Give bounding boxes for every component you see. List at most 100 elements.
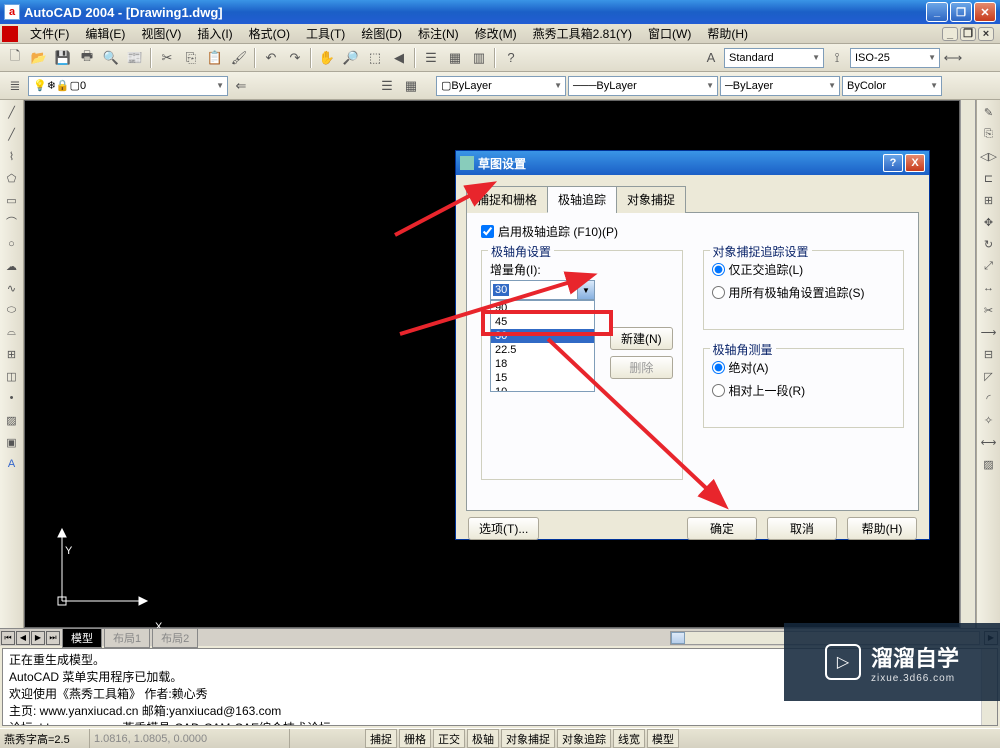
- ellipse-arc-icon[interactable]: ⌓: [2, 322, 22, 342]
- options-button[interactable]: 选项(T)...: [468, 517, 539, 540]
- move-icon[interactable]: ✥: [979, 212, 999, 232]
- array-icon[interactable]: ⊞: [979, 190, 999, 210]
- layer-select[interactable]: 💡❄🔒▢ 0: [28, 76, 228, 96]
- color-icon[interactable]: ▦: [400, 75, 422, 97]
- mdi-minimize-button[interactable]: _: [942, 27, 958, 41]
- paste-icon[interactable]: 📋: [204, 47, 226, 69]
- copy-icon[interactable]: ⎘: [180, 47, 202, 69]
- properties-icon[interactable]: ☰: [420, 47, 442, 69]
- relative-radio[interactable]: [712, 384, 725, 397]
- ok-button[interactable]: 确定: [687, 517, 757, 540]
- tab-snap-grid[interactable]: 捕捉和栅格: [466, 186, 548, 213]
- save-icon[interactable]: 💾: [52, 47, 74, 69]
- list-item[interactable]: 90: [491, 301, 594, 315]
- explode-icon[interactable]: ✧: [979, 410, 999, 430]
- mtext-icon[interactable]: A: [2, 454, 22, 474]
- status-lwt[interactable]: 线宽: [613, 729, 645, 748]
- dc-icon[interactable]: ▦: [444, 47, 466, 69]
- menu-help[interactable]: 帮助(H): [699, 23, 756, 44]
- status-snap[interactable]: 捕捉: [365, 729, 397, 748]
- line-icon[interactable]: ╱: [2, 102, 22, 122]
- increment-dropdown[interactable]: 90 45 30 22.5 18 15 10 5: [490, 300, 595, 392]
- restore-button[interactable]: ❐: [950, 2, 972, 22]
- layer-state-icon[interactable]: ☰: [376, 75, 398, 97]
- list-item[interactable]: 45: [491, 315, 594, 329]
- list-item[interactable]: 10: [491, 385, 594, 392]
- dialog-close-button[interactable]: X: [905, 154, 925, 172]
- ellipse-icon[interactable]: ⬭: [2, 300, 22, 320]
- all-polar-radio[interactable]: [712, 286, 725, 299]
- minimize-button[interactable]: _: [926, 2, 948, 22]
- tab-object-snap[interactable]: 对象捕捉: [616, 186, 686, 213]
- status-grid[interactable]: 栅格: [399, 729, 431, 748]
- linetype-select[interactable]: ─── ByLayer: [568, 76, 718, 96]
- dialog-help-button[interactable]: ?: [883, 154, 903, 172]
- polygon-icon[interactable]: ⬠: [2, 168, 22, 188]
- plot-icon[interactable]: 🖶: [76, 47, 98, 69]
- status-otrack[interactable]: 对象追踪: [557, 729, 611, 748]
- extend-icon[interactable]: ⟶: [979, 322, 999, 342]
- list-item[interactable]: 22.5: [491, 343, 594, 357]
- new-icon[interactable]: 🗋: [4, 47, 26, 69]
- enable-polar-checkbox[interactable]: [481, 225, 494, 238]
- layout2-tab[interactable]: 布局2: [152, 628, 198, 648]
- status-osnap[interactable]: 对象捕捉: [501, 729, 555, 748]
- erase-icon[interactable]: ✎: [979, 102, 999, 122]
- color-select[interactable]: ▢ ByLayer: [436, 76, 566, 96]
- layer-prev-icon[interactable]: ⇐: [230, 75, 252, 97]
- help-icon[interactable]: ?: [500, 47, 522, 69]
- trim-icon[interactable]: ✂: [979, 300, 999, 320]
- menu-tools[interactable]: 工具(T): [298, 23, 353, 44]
- offset-icon[interactable]: ⊏: [979, 168, 999, 188]
- region-icon[interactable]: ▣: [2, 432, 22, 452]
- status-model[interactable]: 模型: [647, 729, 679, 748]
- list-item[interactable]: 15: [491, 371, 594, 385]
- plotstyle-select[interactable]: ByColor: [842, 76, 942, 96]
- circle-icon[interactable]: ○: [2, 234, 22, 254]
- cut-icon[interactable]: ✂: [156, 47, 178, 69]
- canvas-vscroll[interactable]: [960, 100, 976, 628]
- menu-draw[interactable]: 绘图(D): [353, 23, 410, 44]
- mdi-restore-button[interactable]: ❐: [960, 27, 976, 41]
- tab-prev-icon[interactable]: ◀: [16, 631, 30, 645]
- ortho-only-radio[interactable]: [712, 263, 725, 276]
- tab-next-icon[interactable]: ▶: [31, 631, 45, 645]
- tab-first-icon[interactable]: ⏮: [1, 631, 15, 645]
- status-ortho[interactable]: 正交: [433, 729, 465, 748]
- mirror-icon[interactable]: ◁▷: [979, 146, 999, 166]
- mdi-close-button[interactable]: ×: [978, 27, 994, 41]
- point-icon[interactable]: •: [2, 388, 22, 408]
- pan-icon[interactable]: ✋: [316, 47, 338, 69]
- lengthen-icon[interactable]: ⟷: [979, 432, 999, 452]
- insert-icon[interactable]: ⊞: [2, 344, 22, 364]
- edit-hatch-icon[interactable]: ▨: [979, 454, 999, 474]
- delete-angle-button[interactable]: 删除: [610, 356, 673, 379]
- revcloud-icon[interactable]: ☁: [2, 256, 22, 276]
- copy-obj-icon[interactable]: ⎘: [979, 124, 999, 144]
- new-angle-button[interactable]: 新建(N): [610, 327, 673, 350]
- stretch-icon[interactable]: ↔: [979, 278, 999, 298]
- cancel-button[interactable]: 取消: [767, 517, 837, 540]
- xline-icon[interactable]: ╱: [2, 124, 22, 144]
- chevron-down-icon[interactable]: ▼: [577, 281, 594, 299]
- text-style-select[interactable]: Standard: [724, 48, 824, 68]
- publish-icon[interactable]: 📰: [124, 47, 146, 69]
- hatch-icon[interactable]: ▨: [2, 410, 22, 430]
- layout1-tab[interactable]: 布局1: [104, 628, 150, 648]
- zoom-prev-icon[interactable]: ◀: [388, 47, 410, 69]
- zoom-win-icon[interactable]: ⬚: [364, 47, 386, 69]
- text-style-icon[interactable]: A: [700, 47, 722, 69]
- tool-palettes-icon[interactable]: ▥: [468, 47, 490, 69]
- redo-icon[interactable]: ↷: [284, 47, 306, 69]
- match-icon[interactable]: 🖌: [228, 47, 250, 69]
- menu-edit[interactable]: 编辑(E): [77, 23, 133, 44]
- tab-polar-tracking[interactable]: 极轴追踪: [547, 186, 617, 213]
- layers-icon[interactable]: ≣: [4, 75, 26, 97]
- undo-icon[interactable]: ↶: [260, 47, 282, 69]
- lineweight-select[interactable]: ─ ByLayer: [720, 76, 840, 96]
- rectangle-icon[interactable]: ▭: [2, 190, 22, 210]
- menu-modify[interactable]: 修改(M): [467, 23, 525, 44]
- scale-icon[interactable]: ⤢: [979, 256, 999, 276]
- spline-icon[interactable]: ∿: [2, 278, 22, 298]
- rotate-icon[interactable]: ↻: [979, 234, 999, 254]
